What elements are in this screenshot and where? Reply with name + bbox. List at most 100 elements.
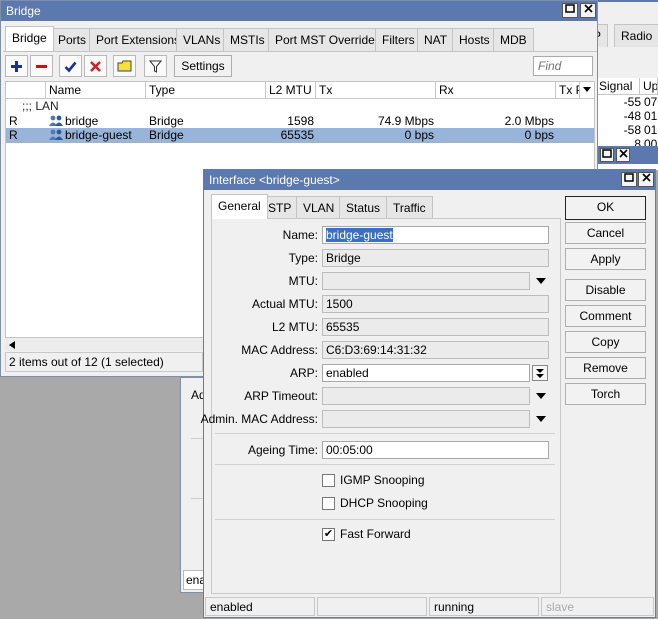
torch-button[interactable]: Torch — [565, 383, 646, 405]
close-icon[interactable] — [616, 148, 630, 162]
tab-port-mst-overrides[interactable]: Port MST Overrides — [268, 28, 388, 51]
button-label: OK — [596, 200, 615, 214]
arp-dropdown-button[interactable] — [532, 365, 548, 381]
admin-mac-field[interactable] — [322, 410, 530, 428]
settings-button[interactable]: Settings — [174, 55, 232, 77]
column-label: L2 MTU — [269, 83, 312, 97]
ageing-time-field[interactable]: 00:05:00 — [322, 441, 549, 459]
tab-label: Port MST Overrides — [275, 33, 381, 47]
status-running: running — [429, 597, 539, 616]
arp-select[interactable]: enabled — [322, 364, 530, 382]
tab-radio[interactable]: Radio — [614, 24, 658, 47]
horizontal-scrollbar-track[interactable] — [5, 338, 207, 351]
cancel-button[interactable]: Cancel — [565, 222, 646, 244]
column-label: Tx — [319, 83, 333, 97]
column-header-type[interactable]: Type — [146, 82, 266, 99]
column-label: Up — [643, 79, 658, 93]
check-icon — [64, 61, 77, 72]
row-type: Bridge — [149, 128, 184, 142]
table-row[interactable]: R bridge Bridge 1598 74.9 Mbps 2.0 Mbps — [6, 114, 594, 129]
column-header-up[interactable]: Up — [640, 78, 658, 95]
tab-mstis[interactable]: MSTIs — [223, 28, 272, 51]
add-button[interactable] — [5, 55, 28, 77]
remove-button[interactable]: Remove — [565, 357, 646, 379]
table-row-selected[interactable]: R bridge-guest Bridge 65535 0 bps 0 bps — [6, 128, 594, 143]
row-l2mtu: 65535 — [280, 128, 314, 142]
close-icon[interactable] — [580, 3, 596, 18]
status-text: 2 items out of 12 (1 selected) — [9, 355, 164, 369]
column-header-l2mtu[interactable]: L2 MTU — [266, 82, 316, 99]
l2-mtu-field: 65535 — [322, 318, 549, 336]
tab-port-extensions[interactable]: Port Extensions — [89, 28, 188, 51]
tab-vlans[interactable]: VLANs — [176, 28, 228, 51]
column-header-flags[interactable] — [6, 82, 46, 99]
mtu-field[interactable] — [322, 272, 530, 290]
enable-button[interactable] — [59, 55, 82, 77]
copy-button[interactable]: Copy — [565, 331, 646, 353]
remove-button[interactable] — [30, 55, 53, 77]
button-label: Torch — [590, 387, 621, 401]
column-header-name[interactable]: Name — [46, 82, 146, 99]
checkbox-label: IGMP Snooping — [340, 473, 425, 487]
igmp-snooping-checkbox[interactable] — [322, 474, 335, 487]
column-header-tx[interactable]: Tx — [316, 82, 436, 99]
tab-general[interactable]: General — [211, 194, 268, 219]
close-icon[interactable] — [638, 172, 654, 187]
dropdown-icon[interactable] — [536, 393, 546, 399]
button-label: Apply — [590, 252, 621, 266]
tab-label: Bridge — [12, 31, 47, 45]
apply-button[interactable]: Apply — [565, 248, 646, 270]
comment-button[interactable] — [113, 55, 136, 77]
row-rx: 0 bps — [524, 128, 554, 142]
disable-button[interactable] — [84, 55, 107, 77]
restore-icon[interactable] — [621, 172, 637, 187]
tab-filters[interactable]: Filters — [375, 28, 422, 51]
tab-label: Filters — [382, 33, 415, 47]
interface-dialog: Interface <bridge-guest> General STP VLA… — [201, 169, 656, 618]
field-label: Name: — [282, 228, 318, 242]
status-bar: 2 items out of 12 (1 selected) — [5, 352, 203, 372]
button-label: Remove — [583, 361, 628, 375]
column-menu-button[interactable] — [580, 82, 594, 99]
dialog-status-bar: enabled running slave — [204, 597, 655, 617]
checkbox-label: DHCP Snooping — [340, 496, 428, 510]
tab-vlan[interactable]: VLAN — [296, 196, 342, 219]
signal-value: -48 — [623, 109, 641, 123]
row-rx: 2.0 Mbps — [504, 114, 554, 128]
row-name: bridge-guest — [65, 128, 132, 142]
tab-ports[interactable]: Ports — [51, 28, 94, 51]
column-label: Type — [149, 83, 176, 97]
mac-address-field: C6:D3:69:14:31:32 — [322, 341, 549, 359]
comment-row: ;;; LAN — [22, 99, 59, 113]
field-label: L2 MTU: — [271, 320, 318, 334]
row-flag: R — [9, 114, 18, 128]
restore-icon[interactable] — [562, 3, 578, 18]
row-flag: R — [9, 128, 18, 142]
column-header-signal[interactable]: Signal — [596, 78, 640, 95]
comment-button[interactable]: Comment — [565, 305, 646, 327]
dropdown-icon[interactable] — [536, 278, 546, 284]
tab-status[interactable]: Status — [339, 196, 388, 219]
signal-value: -58 — [623, 123, 641, 137]
disable-button[interactable]: Disable — [565, 279, 646, 301]
name-field[interactable]: bridge-guest — [322, 226, 549, 244]
arp-timeout-field[interactable] — [322, 387, 530, 405]
tab-nat[interactable]: NAT — [417, 28, 455, 51]
column-header-rx[interactable]: Rx — [436, 82, 556, 99]
ok-button[interactable]: OK — [565, 196, 646, 220]
restore-icon[interactable] — [600, 148, 614, 162]
column-header-tx-p[interactable]: Tx P — [556, 82, 580, 99]
filter-button[interactable] — [144, 55, 167, 77]
button-label: Cancel — [586, 226, 625, 240]
fast-forward-checkbox[interactable]: ✔ — [322, 528, 335, 541]
tab-bridge[interactable]: Bridge — [5, 26, 54, 51]
tab-traffic[interactable]: Traffic — [386, 196, 433, 219]
tab-hosts[interactable]: Hosts — [452, 28, 497, 51]
find-input[interactable] — [533, 56, 593, 76]
tab-mdb[interactable]: MDB — [493, 28, 534, 51]
scroll-left-icon[interactable] — [9, 341, 15, 349]
dropdown-icon[interactable] — [536, 416, 546, 422]
dhcp-snooping-checkbox[interactable] — [322, 497, 335, 510]
dialog-title: Interface <bridge-guest> — [209, 173, 340, 187]
field-label: Ageing Time: — [247, 443, 318, 457]
